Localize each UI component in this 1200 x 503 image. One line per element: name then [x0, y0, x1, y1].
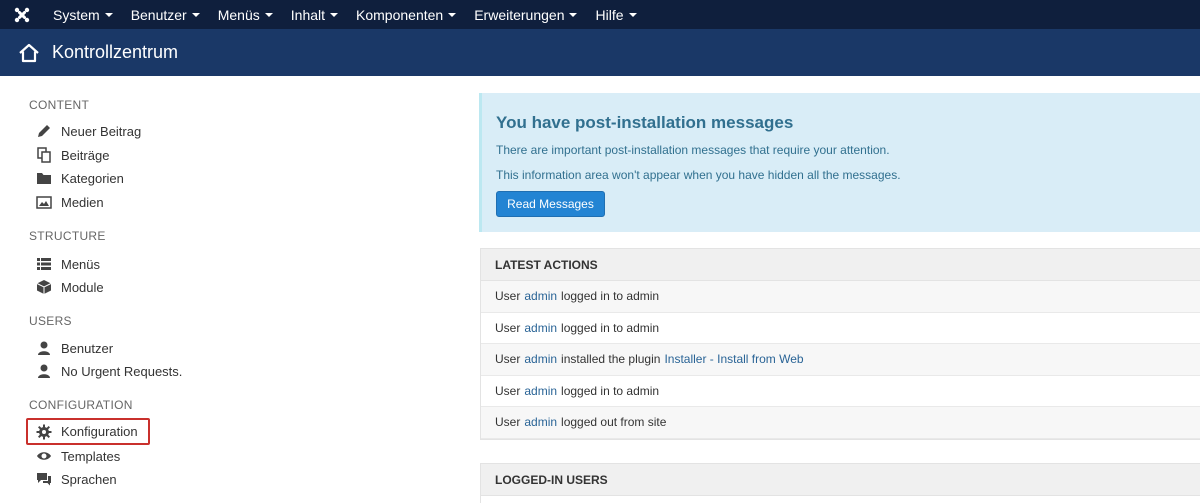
home-icon [19, 43, 39, 62]
row-text: logged in to admin [561, 289, 660, 304]
sidebar-item-label: Sprachen [61, 471, 117, 487]
table-row: User admin logged in to admin [481, 375, 1200, 407]
sidebar-item-sprachen[interactable]: Sprachen [28, 468, 127, 490]
nav-menu-inhalt[interactable]: Inhalt [282, 0, 347, 29]
caret-down-icon [264, 12, 273, 17]
top-navbar: System Benutzer Menüs Inhalt Komponenten… [0, 0, 1200, 29]
section-title-content: CONTENT [29, 98, 90, 112]
table-row: User admin logged in to admin [481, 281, 1200, 313]
nav-label: Erweiterungen [474, 6, 565, 23]
user-link[interactable]: admin [524, 321, 557, 335]
sidebar-item-module[interactable]: Module [28, 276, 114, 298]
nav-menu-hilfe[interactable]: Hilfe [586, 0, 645, 29]
post-install-alert: You have post-installation messages Ther… [479, 93, 1200, 232]
caret-down-icon [191, 12, 200, 17]
caret-down-icon [628, 12, 637, 17]
alert-text-2: This information area won't appear when … [496, 168, 901, 182]
panel-title: LOGGED-IN USERS [481, 464, 1200, 496]
table-row: User admin logged out from site [481, 407, 1200, 439]
sidebar-item-label: Neuer Beitrag [61, 123, 142, 139]
nav-menu-benutzer[interactable]: Benutzer [122, 0, 209, 29]
read-messages-button[interactable]: Read Messages [496, 191, 605, 217]
comments-icon [36, 471, 52, 487]
user-link[interactable]: admin [524, 289, 557, 303]
page-title: Kontrollzentrum [52, 42, 179, 62]
nav-label: Hilfe [595, 6, 624, 23]
caret-down-icon [448, 12, 457, 17]
sidebar-item-label: Module [61, 279, 104, 295]
folder-icon [36, 170, 52, 186]
panel-title: LATEST ACTIONS [481, 249, 1200, 281]
row-text: installed the plugin [561, 352, 661, 367]
nav-menu-erweiterungen[interactable]: Erweiterungen [465, 0, 586, 29]
caret-down-icon [330, 12, 339, 17]
eye-icon [36, 448, 52, 464]
row-text: User [495, 289, 521, 304]
page-header: Kontrollzentrum [0, 29, 1200, 76]
row-text: logged in to admin [561, 383, 660, 398]
sidebar-item-medien[interactable]: Medien [28, 191, 114, 213]
nav-menu-menus[interactable]: Menüs [209, 0, 282, 29]
sidebar-item-label: Beiträge [61, 147, 110, 163]
pencil-icon [36, 123, 52, 139]
nav-menu-system[interactable]: System [44, 0, 122, 29]
sidebar-item-label: Benutzer [61, 340, 114, 356]
nav-menu-komponenten[interactable]: Komponenten [347, 0, 465, 29]
row-text: User [495, 383, 521, 398]
section-title-configuration: CONFIGURATION [29, 398, 133, 412]
sidebar-item-templates[interactable]: Templates [28, 445, 130, 467]
alert-title: You have post-installation messages [496, 113, 794, 132]
nav-label: Menüs [217, 6, 260, 23]
alert-text-1: There are important post-installation me… [496, 143, 890, 157]
section-title-structure: STRUCTURE [29, 229, 106, 243]
sidebar-item-menus[interactable]: Menüs [28, 253, 110, 275]
cube-icon [36, 279, 52, 295]
plugin-link[interactable]: Installer - Install from Web [664, 352, 803, 366]
caret-down-icon [569, 12, 578, 17]
sidebar-item-label: Menüs [61, 256, 101, 272]
latest-actions-panel: LATEST ACTIONS User admin logged in to a… [480, 248, 1200, 440]
user-link[interactable]: admin [524, 415, 557, 429]
image-icon [36, 194, 52, 210]
user-icon [36, 340, 52, 356]
row-text: User [495, 352, 521, 367]
row-text: logged out from site [561, 415, 667, 430]
user-icon [36, 363, 52, 379]
actions-list: User admin logged in to admin User admin… [481, 281, 1200, 439]
copy-icon [36, 147, 52, 163]
sidebar-item-neuer-beitrag[interactable]: Neuer Beitrag [28, 120, 151, 142]
user-link[interactable]: admin [524, 384, 557, 398]
caret-down-icon [104, 12, 113, 17]
nav-label: Inhalt [290, 6, 326, 23]
user-link[interactable]: admin [524, 352, 557, 366]
section-title-users: USERS [29, 314, 72, 328]
nav-label: Benutzer [130, 6, 187, 23]
sidebar-item-label: Medien [61, 194, 104, 210]
sidebar-item-benutzer[interactable]: Benutzer [28, 337, 123, 359]
row-text: logged in to admin [561, 320, 660, 335]
sidebar-item-beitraege[interactable]: Beiträge [28, 144, 119, 166]
sidebar-item-kategorien[interactable]: Kategorien [28, 167, 134, 189]
sidebar-item-konfiguration[interactable]: Konfiguration [26, 418, 150, 445]
table-row: User admin logged in to admin [481, 312, 1200, 344]
sidebar-item-label: Kategorien [61, 170, 124, 186]
table-row: User admin installed the plugin Installe… [481, 344, 1200, 376]
sidebar-item-label: No Urgent Requests. [61, 363, 183, 379]
sidebar-item-label: Templates [61, 448, 121, 464]
sidebar-item-no-urgent-requests[interactable]: No Urgent Requests. [28, 360, 192, 382]
joomla-logo-icon[interactable] [0, 0, 44, 29]
sidebar-item-label: Konfiguration [61, 424, 138, 439]
row-text: User [495, 320, 521, 335]
list-icon [36, 256, 52, 272]
row-text: User [495, 415, 521, 430]
logged-in-users-panel: LOGGED-IN USERS [480, 463, 1200, 503]
gear-icon [36, 424, 52, 440]
nav-label: Komponenten [356, 6, 444, 23]
nav-label: System [53, 6, 100, 23]
